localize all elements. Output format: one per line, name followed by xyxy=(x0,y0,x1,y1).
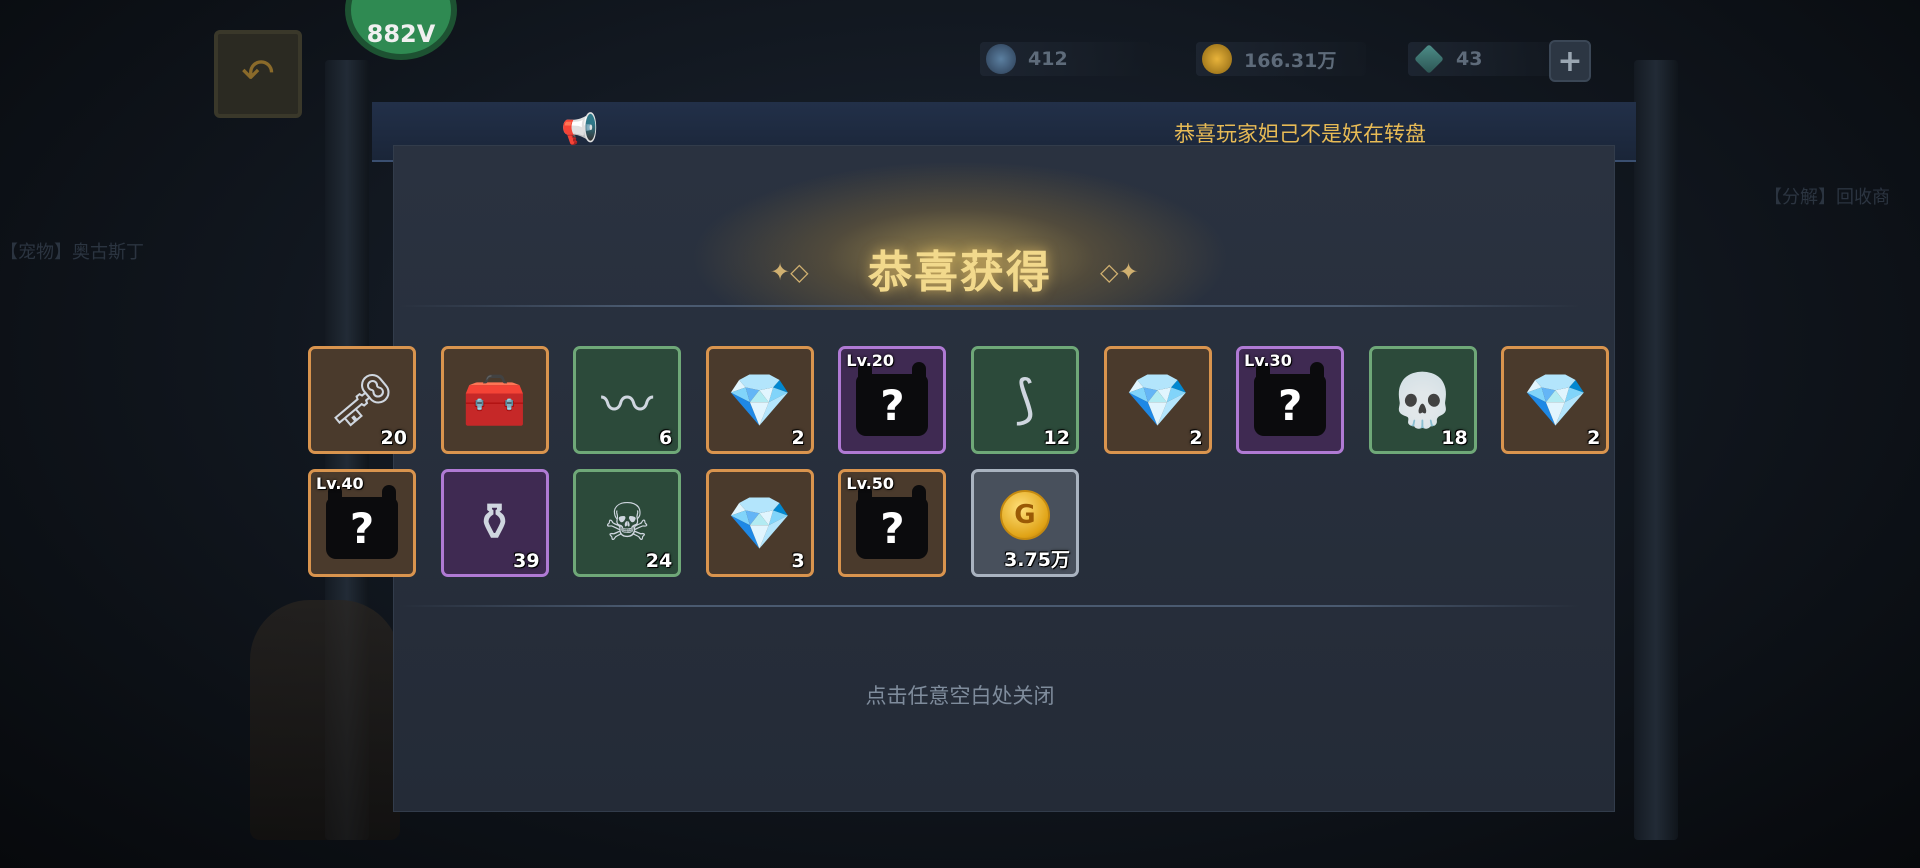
reward-item[interactable]: 💎 3 xyxy=(705,469,814,577)
back-arrow-icon: ↶ xyxy=(241,51,275,97)
reward-item[interactable]: 💎 2 xyxy=(1103,346,1212,454)
gold-coin-icon xyxy=(1202,44,1232,74)
reward-item[interactable]: 🗝 20 xyxy=(308,346,416,454)
divider-top xyxy=(400,305,1580,307)
player-avatar[interactable]: 882V xyxy=(345,0,457,60)
megaphone-icon: 📢 xyxy=(561,112,599,147)
reward-item[interactable]: ⚱ 39 xyxy=(440,469,549,577)
bg-mailbox xyxy=(250,600,400,840)
gems-value: 412 xyxy=(1028,48,1068,70)
item-count: 6 xyxy=(658,427,673,449)
reward-item[interactable]: 💎 2 xyxy=(1501,346,1610,454)
back-button[interactable]: ↶ xyxy=(214,30,302,118)
title-deco-right: ◇✦ xyxy=(1100,258,1139,286)
reward-item[interactable]: 〰 6 xyxy=(573,346,682,454)
bg-npc-label-right: 【分解】回收商 xyxy=(1764,187,1890,208)
item-count: 24 xyxy=(645,550,673,572)
reward-item[interactable]: ? Lv.20 xyxy=(838,346,947,454)
gold-value: 166.31万 xyxy=(1244,49,1337,72)
reward-item[interactable]: ? Lv.40 xyxy=(308,469,416,577)
diamond-value: 43 xyxy=(1456,48,1483,70)
right-pillar xyxy=(1634,60,1678,840)
item-level: Lv.40 xyxy=(316,474,364,493)
item-count: 3.75万 xyxy=(1004,549,1070,571)
currency-diamond: 43 xyxy=(1408,42,1558,76)
currency-gems: 412 xyxy=(980,42,1150,76)
item-count: 2 xyxy=(1587,427,1601,449)
close-hint[interactable]: 点击任意空白处关闭 xyxy=(700,680,1220,710)
item-count: 20 xyxy=(380,427,407,449)
reward-item[interactable]: 🧰 xyxy=(440,346,549,454)
item-level: Lv.20 xyxy=(846,351,895,370)
gem-orb-icon xyxy=(986,44,1016,74)
reward-item[interactable]: ? Lv.30 xyxy=(1236,346,1345,454)
dialog-title: 恭喜获得 xyxy=(868,247,1052,298)
item-count: 18 xyxy=(1441,427,1468,449)
diamond-icon xyxy=(1414,44,1444,74)
reward-item[interactable]: 💎 2 xyxy=(705,346,814,454)
treasure-chest-icon: 🧰 xyxy=(462,370,527,431)
avatar-level-text: 882V xyxy=(366,20,436,48)
reward-item[interactable]: ☠ 24 xyxy=(573,469,682,577)
bg-npc-label-left: 【宠物】奥古斯丁 xyxy=(0,242,144,263)
reward-grid: 🗝 20 🧰 〰 6 💎 2? Lv.20 ⟆ 12 💎 2? Lv.30 💀 18 💎 2? Lv.40 ⚱ 39 ☠… xyxy=(308,346,1614,577)
divider-bottom xyxy=(400,605,1580,607)
item-level: Lv.50 xyxy=(846,474,895,493)
item-count: 3 xyxy=(791,550,805,572)
item-count: 39 xyxy=(513,550,540,572)
reward-item[interactable]: ? Lv.50 xyxy=(838,469,947,577)
item-count: 2 xyxy=(791,427,805,449)
item-level: Lv.30 xyxy=(1244,351,1292,370)
item-count: 12 xyxy=(1043,427,1070,449)
reward-item[interactable]: G 3.75万 xyxy=(970,469,1079,577)
reward-item[interactable]: 💀 18 xyxy=(1368,346,1477,454)
item-count: 2 xyxy=(1189,427,1203,449)
add-currency-button[interactable]: + xyxy=(1549,40,1591,82)
currency-gold: 166.31万 xyxy=(1196,42,1366,76)
reward-item[interactable]: ⟆ 12 xyxy=(970,346,1079,454)
announcement-text: 恭喜玩家妲己不是妖在转盘 xyxy=(1174,122,1426,146)
